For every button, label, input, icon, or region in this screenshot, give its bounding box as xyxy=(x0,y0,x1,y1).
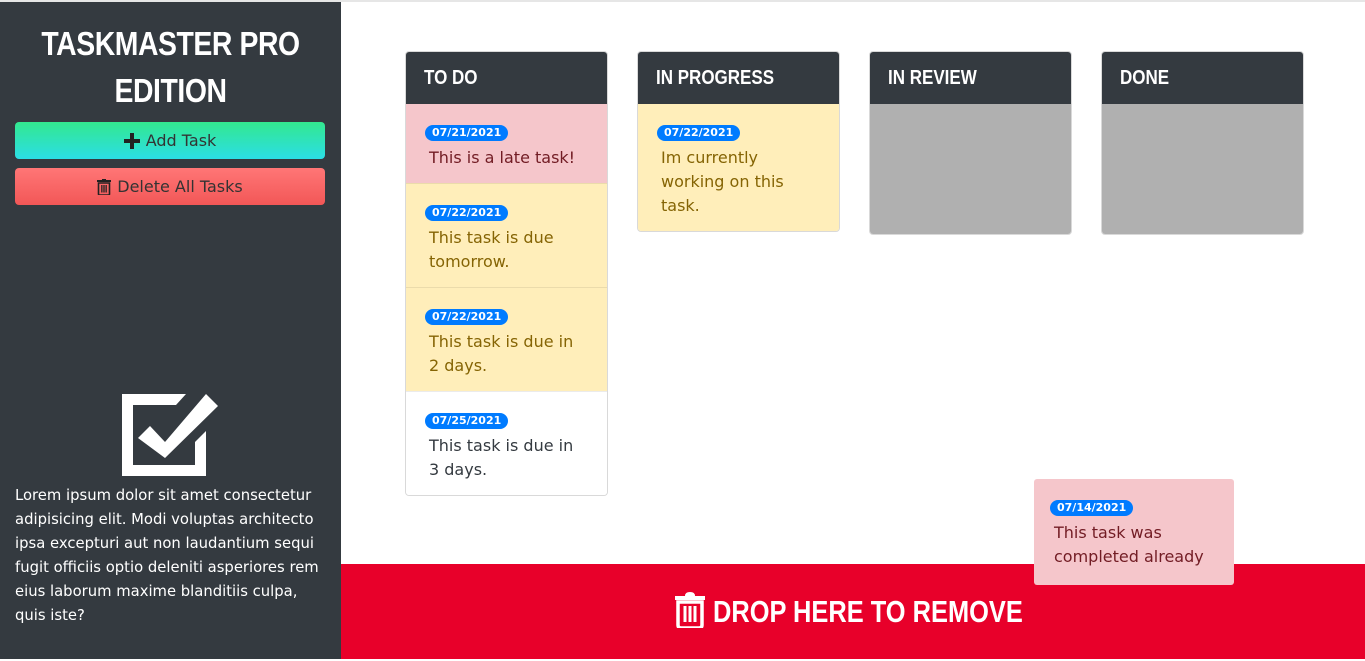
task-text: This task is due tomorrow. xyxy=(429,228,554,271)
task-card[interactable]: 07/22/2021 Im currently working on this … xyxy=(638,104,839,231)
task-text: This is a late task! xyxy=(429,148,576,167)
column-title: DONE xyxy=(1120,66,1170,89)
column-done: DONE xyxy=(1101,51,1304,235)
task-text: This task was completed already xyxy=(1054,523,1204,566)
add-task-button[interactable]: Add Task xyxy=(15,122,325,159)
column-title: IN REVIEW xyxy=(888,66,977,89)
due-date-badge: 07/22/2021 xyxy=(425,205,509,221)
column-header: IN PROGRESS xyxy=(638,52,839,104)
column-title: IN PROGRESS xyxy=(656,66,775,89)
task-text: Im currently working on this task. xyxy=(661,148,784,215)
trash-icon xyxy=(675,591,706,632)
due-date-badge: 07/22/2021 xyxy=(425,309,509,325)
column-drop-area[interactable] xyxy=(1102,104,1303,234)
due-date-badge: 07/22/2021 xyxy=(657,125,741,141)
due-date-badge: 07/25/2021 xyxy=(425,413,509,429)
column-title: TO DO xyxy=(424,66,478,89)
app-title-line-1: TASKMASTER PRO xyxy=(41,25,300,62)
task-card[interactable]: 07/25/2021 This task is due in 3 days. xyxy=(406,391,607,495)
app-title-line-2: EDITION xyxy=(114,72,227,109)
plus-icon xyxy=(123,132,140,149)
drop-zone-label: DROP HERE TO REMOVE xyxy=(713,593,1023,629)
column-in-progress: IN PROGRESS 07/22/2021 Im currently work… xyxy=(637,51,840,232)
column-drop-area[interactable] xyxy=(870,104,1071,234)
task-text: This task is due in 3 days. xyxy=(429,436,574,479)
column-in-review: IN REVIEW xyxy=(869,51,1072,235)
column-header: DONE xyxy=(1102,52,1303,104)
trash-icon xyxy=(97,178,112,195)
sidebar-description: Lorem ipsum dolor sit amet consectetur a… xyxy=(15,487,319,624)
due-date-badge: 07/21/2021 xyxy=(425,125,509,141)
sidebar: TASKMASTER PRO EDITION Add Task Delete A… xyxy=(0,2,341,659)
task-text: This task is due in 2 days. xyxy=(429,332,574,375)
column-header: IN REVIEW xyxy=(870,52,1071,104)
app-title: TASKMASTER PRO EDITION xyxy=(24,20,317,114)
due-date-badge: 07/14/2021 xyxy=(1050,500,1134,516)
column-todo: TO DO 07/21/2021 This is a late task! 07… xyxy=(405,51,608,496)
delete-all-tasks-button[interactable]: Delete All Tasks xyxy=(15,168,325,205)
task-card[interactable]: 07/21/2021 This is a late task! xyxy=(406,104,607,183)
task-card[interactable]: 07/22/2021 This task is due tomorrow. xyxy=(406,183,607,287)
task-card[interactable]: 07/22/2021 This task is due in 2 days. xyxy=(406,287,607,391)
dragging-task-card[interactable]: 07/14/2021 This task was completed alrea… xyxy=(1034,479,1234,585)
add-task-label: Add Task xyxy=(145,131,217,150)
column-body: 07/21/2021 This is a late task! 07/22/20… xyxy=(406,104,607,495)
column-body: 07/22/2021 Im currently working on this … xyxy=(638,104,839,231)
checkbox-icon xyxy=(120,392,218,478)
column-header: TO DO xyxy=(406,52,607,104)
delete-all-tasks-label: Delete All Tasks xyxy=(117,177,243,196)
